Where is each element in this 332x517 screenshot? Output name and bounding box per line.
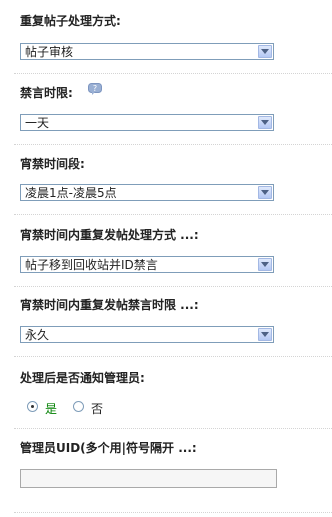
select-value: 一天 (25, 116, 50, 130)
ban-duration-select[interactable]: 一天 (20, 114, 274, 131)
chevron-down-icon[interactable] (258, 258, 272, 271)
divider (14, 286, 332, 287)
chevron-down-icon[interactable] (258, 186, 272, 199)
divider (14, 144, 332, 145)
label-curfew-duplicate-handling: 宵禁时间内重复发帖处理方式 ...: (20, 228, 199, 242)
curfew-duplicate-handling-select[interactable]: 帖子移到回收站并ID禁言 (20, 256, 274, 273)
select-value: 帖子审核 (25, 45, 74, 59)
notify-yes-label[interactable]: 是 (45, 400, 57, 417)
label-notify-admin: 处理后是否通知管理员: (20, 371, 145, 385)
select-value: 凌晨1点-凌晨5点 (25, 186, 117, 200)
divider (14, 73, 332, 74)
divider (14, 512, 332, 513)
label-ban-duration: 禁言时限: (20, 86, 73, 100)
divider (14, 214, 332, 215)
select-value: 永久 (25, 328, 50, 342)
radio-checked-dot (31, 405, 34, 408)
label-curfew-period: 宵禁时间段: (20, 157, 85, 171)
select-value: 帖子移到回收站并ID禁言 (25, 258, 158, 272)
chevron-down-icon[interactable] (258, 45, 272, 58)
label-curfew-ban-duration: 宵禁时间内重复发帖禁言时限 ...: (20, 298, 199, 312)
notify-yes-radio[interactable] (27, 401, 38, 412)
admin-uid-input[interactable] (20, 469, 277, 488)
label-admin-uid: 管理员UID(多个用|符号隔开 ...: (20, 441, 197, 455)
chevron-down-icon[interactable] (258, 328, 272, 341)
duplicate-post-handling-select[interactable]: 帖子审核 (20, 43, 274, 60)
help-icon[interactable]: ? (88, 83, 102, 95)
divider (14, 356, 332, 357)
divider (14, 428, 332, 429)
label-duplicate-post-handling: 重复帖子处理方式: (20, 14, 121, 28)
chevron-down-icon[interactable] (258, 116, 272, 129)
curfew-ban-duration-select[interactable]: 永久 (20, 326, 274, 343)
curfew-period-select[interactable]: 凌晨1点-凌晨5点 (20, 184, 274, 201)
notify-no-label[interactable]: 否 (91, 400, 103, 417)
svg-text:?: ? (93, 84, 97, 93)
notify-no-radio[interactable] (73, 401, 84, 412)
